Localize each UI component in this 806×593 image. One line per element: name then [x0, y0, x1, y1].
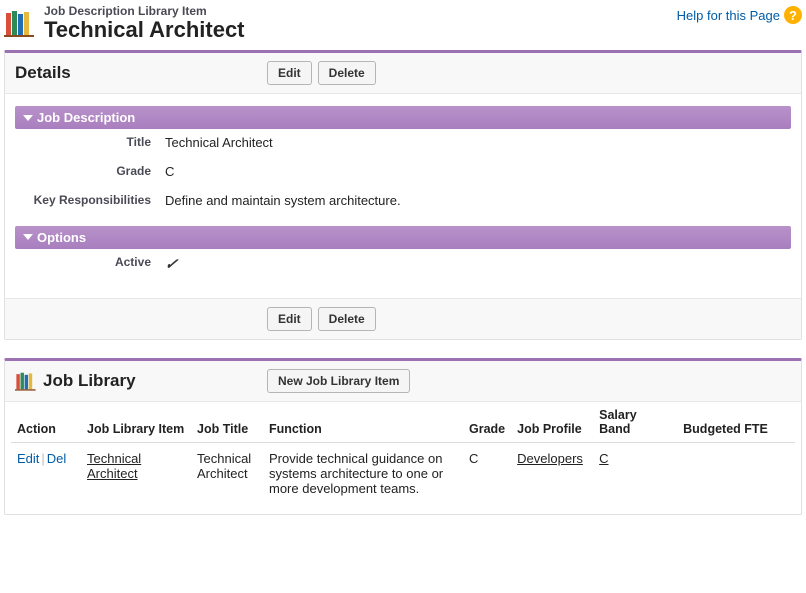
page-header-left: Job Description Library Item Technical A… — [4, 4, 245, 42]
col-budgeted-fte: Budgeted FTE — [677, 402, 795, 443]
row-edit-link[interactable]: Edit — [17, 451, 39, 466]
job-library-heading: Job Library — [15, 370, 267, 392]
col-salary-band: Salary Band — [593, 402, 677, 443]
cell-function: Provide technical guidance on systems ar… — [263, 443, 463, 505]
edit-button[interactable]: Edit — [267, 61, 312, 85]
active-label: Active — [15, 255, 165, 275]
col-item: Job Library Item — [81, 402, 191, 443]
cell-budgeted-fte — [677, 443, 795, 505]
title-label: Title — [15, 135, 165, 152]
key-responsibilities-value: Define and maintain system architecture. — [165, 193, 791, 210]
books-icon — [4, 7, 36, 39]
page-subtitle: Job Description Library Item — [44, 4, 245, 18]
title-value: Technical Architect — [165, 135, 791, 152]
job-library-body: Action Job Library Item Job Title Functi… — [5, 402, 801, 514]
collapse-triangle-icon — [23, 115, 33, 121]
field-row-active: Active ✓ — [15, 249, 791, 281]
delete-button[interactable]: Delete — [318, 307, 376, 331]
field-row-grade: Grade C — [15, 158, 791, 187]
job-library-table: Action Job Library Item Job Title Functi… — [11, 402, 795, 504]
new-job-library-item-button[interactable]: New Job Library Item — [267, 369, 410, 393]
details-heading: Details — [15, 63, 267, 83]
job-description-section-bar[interactable]: Job Description — [15, 106, 791, 129]
details-body: Job Description Title Technical Architec… — [5, 94, 801, 298]
details-panel-header: Details Edit Delete — [5, 53, 801, 94]
page-header: Job Description Library Item Technical A… — [4, 0, 802, 50]
col-job-profile: Job Profile — [511, 402, 593, 443]
job-library-panel: Job Library New Job Library Item Action … — [4, 358, 802, 515]
cell-action: Edit|Del — [11, 443, 81, 505]
options-section-bar[interactable]: Options — [15, 226, 791, 249]
job-library-heading-text: Job Library — [43, 371, 136, 391]
options-section-title: Options — [37, 230, 86, 245]
details-header-buttons: Edit Delete — [267, 61, 376, 85]
job-description-section-title: Job Description — [37, 110, 135, 125]
details-footer: Edit Delete — [5, 298, 801, 339]
active-value: ✓ — [165, 255, 791, 275]
collapse-triangle-icon — [23, 234, 33, 240]
cell-job-title: Technical Architect — [191, 443, 263, 505]
job-library-header: Job Library New Job Library Item — [5, 361, 801, 402]
help-for-this-page-link[interactable]: Help for this Page ? — [677, 6, 802, 24]
help-icon: ? — [784, 6, 802, 24]
table-row: Edit|Del Technical Architect Technical A… — [11, 443, 795, 505]
field-row-key-responsibilities: Key Responsibilities Define and maintain… — [15, 187, 791, 216]
cell-salary-band: C — [593, 443, 677, 505]
cell-job-profile: Developers — [511, 443, 593, 505]
key-responsibilities-label: Key Responsibilities — [15, 193, 165, 210]
details-footer-buttons: Edit Delete — [267, 307, 376, 331]
delete-button[interactable]: Delete — [318, 61, 376, 85]
details-panel: Details Edit Delete Job Description Titl… — [4, 50, 802, 340]
salary-band-link[interactable]: C — [599, 451, 608, 466]
job-library-header-buttons: New Job Library Item — [267, 369, 410, 393]
field-row-title: Title Technical Architect — [15, 129, 791, 158]
col-function: Function — [263, 402, 463, 443]
grade-value: C — [165, 164, 791, 181]
cell-grade: C — [463, 443, 511, 505]
row-del-link[interactable]: Del — [47, 451, 67, 466]
job-library-item-link[interactable]: Technical Architect — [87, 451, 141, 481]
checkmark-icon: ✓ — [163, 255, 179, 275]
page-title: Technical Architect — [44, 18, 245, 42]
edit-button[interactable]: Edit — [267, 307, 312, 331]
job-profile-link[interactable]: Developers — [517, 451, 583, 466]
col-grade: Grade — [463, 402, 511, 443]
books-icon — [15, 370, 37, 392]
table-header-row: Action Job Library Item Job Title Functi… — [11, 402, 795, 443]
col-job-title: Job Title — [191, 402, 263, 443]
col-action: Action — [11, 402, 81, 443]
help-link-text: Help for this Page — [677, 8, 780, 23]
cell-item: Technical Architect — [81, 443, 191, 505]
grade-label: Grade — [15, 164, 165, 181]
